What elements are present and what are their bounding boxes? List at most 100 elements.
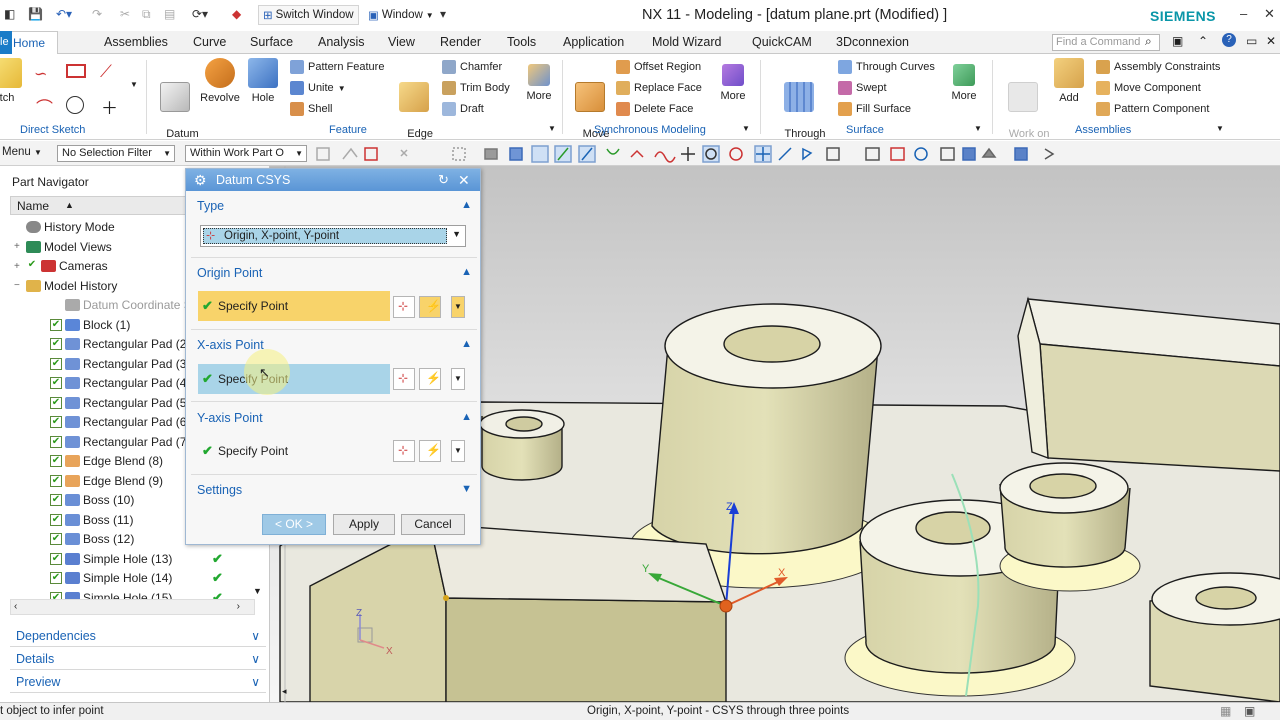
ribbon-options-icon[interactable]: ▣ bbox=[1172, 34, 1183, 48]
delete-face-button[interactable]: Delete Face bbox=[616, 102, 693, 116]
expand-toggle-icon[interactable]: + bbox=[14, 241, 26, 252]
scroll-left-icon[interactable]: ‹ bbox=[14, 601, 17, 612]
check-icon[interactable]: ✔ bbox=[26, 260, 38, 272]
tab-view[interactable]: View bbox=[388, 35, 415, 49]
tab-3dconnexion[interactable]: 3Dconnexion bbox=[836, 35, 909, 49]
switch-window-button[interactable]: ⊞ Switch Window bbox=[258, 5, 359, 25]
feature-dropdown-icon[interactable]: ▼ bbox=[548, 124, 556, 133]
visibility-checkbox[interactable]: ✔ bbox=[50, 494, 62, 506]
tab-mold-wizard[interactable]: Mold Wizard bbox=[652, 35, 721, 49]
fill-surface-button[interactable]: Fill Surface bbox=[838, 102, 911, 116]
close-window-icon[interactable]: ✕ bbox=[1264, 6, 1275, 22]
reset-icon[interactable]: ↻ bbox=[438, 169, 449, 191]
tab-assemblies[interactable]: Assemblies bbox=[104, 35, 168, 49]
tree-row[interactable]: ✔ Rectangular Pad (6) bbox=[50, 413, 190, 431]
close-doc-icon[interactable]: ✕ bbox=[1266, 34, 1276, 48]
swept-button[interactable]: Swept bbox=[838, 81, 887, 95]
circle-icon[interactable] bbox=[66, 96, 84, 114]
through-curves-button[interactable]: Through Curves bbox=[838, 60, 935, 74]
x-axis-point-type-dropdown[interactable]: ▼ bbox=[451, 368, 465, 390]
undo-icon[interactable]: ↶▾ bbox=[56, 7, 72, 21]
tree-row[interactable]: ✔ Boss (11) bbox=[50, 511, 133, 529]
tree-row[interactable]: ✔ Rectangular Pad (2) bbox=[50, 335, 190, 353]
sketch-more-icon[interactable]: ▼ bbox=[130, 80, 138, 89]
tab-quickcam[interactable]: QuickCAM bbox=[752, 35, 812, 49]
scroll-down-icon[interactable]: ▼ bbox=[253, 586, 262, 596]
pattern-feature-button[interactable]: Pattern Feature bbox=[290, 60, 384, 74]
redo-icon[interactable]: ↷ bbox=[92, 7, 102, 21]
y-axis-point-dialog-button[interactable]: ⊹ bbox=[393, 440, 415, 462]
dependencies-section[interactable]: Dependencies ∨ bbox=[10, 625, 266, 647]
tab-render[interactable]: Render bbox=[440, 35, 481, 49]
file-tab[interactable]: le bbox=[0, 31, 12, 54]
shell-button[interactable]: Shell bbox=[290, 102, 332, 116]
customize-qat-icon[interactable]: ▾ bbox=[440, 7, 446, 21]
tree-row[interactable]: ✔ ✔ Simple Hole (13) bbox=[50, 550, 223, 568]
tab-analysis[interactable]: Analysis bbox=[318, 35, 365, 49]
restore-icon[interactable]: ▭ bbox=[1246, 34, 1257, 48]
x-axis-specify-point[interactable]: ✔ Specify Point bbox=[198, 364, 390, 394]
touch-mode-icon[interactable]: ◆ bbox=[232, 7, 241, 21]
tree-row[interactable]: ✔ Boss (10) bbox=[50, 491, 134, 509]
hole-button[interactable]: Hole bbox=[246, 58, 280, 104]
visibility-checkbox[interactable]: ✔ bbox=[50, 357, 62, 370]
tree-row[interactable]: ✔ Rectangular Pad (5) bbox=[50, 394, 190, 412]
tree-row[interactable]: ✔ Rectangular Pad (3) bbox=[50, 355, 190, 373]
visibility-checkbox[interactable]: ✔ bbox=[50, 572, 62, 584]
search-icon[interactable]: ⌕ bbox=[1145, 34, 1152, 49]
sketch-button[interactable]: tch bbox=[0, 58, 22, 104]
arc-icon[interactable]: ⌒ bbox=[36, 94, 53, 119]
unite-button[interactable]: Unite ▼ bbox=[290, 81, 346, 95]
tree-row[interactable]: ✔ Edge Blend (9) bbox=[50, 472, 163, 490]
rectangle-icon[interactable] bbox=[66, 64, 86, 78]
gear-icon[interactable]: ⚙ bbox=[194, 169, 207, 191]
line-icon[interactable]: ⟋ bbox=[100, 62, 112, 82]
tree-row[interactable]: ✔ Rectangular Pad (4) bbox=[50, 374, 190, 392]
point-icon[interactable]: ＋ bbox=[101, 94, 118, 119]
tree-row[interactable]: − Model History bbox=[14, 277, 117, 295]
visibility-checkbox[interactable]: ✔ bbox=[50, 513, 62, 526]
surface-more-button[interactable]: More bbox=[946, 58, 982, 102]
visibility-checkbox[interactable]: ✔ bbox=[50, 455, 62, 467]
assembly-constraints-button[interactable]: Assembly Constraints bbox=[1096, 60, 1220, 74]
close-dialog-icon[interactable]: ✕ bbox=[458, 169, 470, 191]
details-section[interactable]: Details ∨ bbox=[10, 648, 266, 670]
tree-horizontal-scrollbar[interactable]: ‹ › bbox=[10, 599, 255, 615]
tree-row[interactable]: ✔ Boss (12) bbox=[50, 530, 134, 548]
chamfer-button[interactable]: Chamfer bbox=[442, 60, 502, 74]
tab-curve[interactable]: Curve bbox=[193, 35, 226, 49]
selection-filter-dropdown[interactable]: No Selection Filter ▼ bbox=[57, 145, 175, 162]
visibility-checkbox[interactable]: ✔ bbox=[50, 318, 62, 331]
visibility-checkbox[interactable]: ✔ bbox=[50, 338, 62, 350]
offset-region-button[interactable]: Offset Region bbox=[616, 60, 701, 74]
tab-application[interactable]: Application bbox=[563, 35, 624, 49]
paste-icon[interactable]: ▤ bbox=[164, 7, 175, 21]
expand-toggle-icon[interactable]: + bbox=[14, 261, 26, 272]
preview-section[interactable]: Preview ∨ bbox=[10, 671, 266, 693]
scroll-right-icon[interactable]: › bbox=[237, 601, 240, 612]
tree-row[interactable]: Datum Coordinate S bbox=[50, 296, 192, 314]
tab-surface[interactable]: Surface bbox=[250, 35, 293, 49]
ok-button[interactable]: < OK > bbox=[262, 514, 326, 535]
trim-body-button[interactable]: Trim Body bbox=[442, 81, 510, 95]
visibility-checkbox[interactable]: ✔ bbox=[50, 416, 62, 428]
assemblies-dropdown-icon[interactable]: ▼ bbox=[1216, 124, 1224, 133]
x-axis-point-dialog-button[interactable]: ⊹ bbox=[393, 368, 415, 390]
tree-row[interactable]: History Mode bbox=[14, 218, 115, 236]
visibility-checkbox[interactable]: ✔ bbox=[50, 533, 62, 545]
dialog-titlebar[interactable]: ⚙ Datum CSYS ↻ ✕ bbox=[186, 169, 480, 191]
tree-row[interactable]: ✔ Rectangular Pad (7) bbox=[50, 433, 190, 451]
visibility-checkbox[interactable]: ✔ bbox=[50, 435, 62, 448]
cut-icon[interactable]: ✂ bbox=[120, 7, 130, 21]
collapse-navigator-icon[interactable]: ◂ bbox=[282, 686, 287, 697]
origin-specify-point[interactable]: ✔ Specify Point bbox=[198, 291, 390, 321]
tree-row[interactable]: ✔ Edge Blend (8) bbox=[50, 452, 163, 470]
tree-row[interactable]: ✔ Block (1) bbox=[50, 316, 130, 334]
find-command-input[interactable]: Find a Command bbox=[1052, 34, 1160, 51]
x-axis-point-section-header[interactable]: X-axis Point ▲ bbox=[192, 338, 476, 354]
expand-toggle-icon[interactable]: − bbox=[14, 280, 26, 291]
repeat-command-icon[interactable]: ⟳▾ bbox=[192, 7, 208, 21]
draft-button[interactable]: Draft bbox=[442, 102, 484, 116]
origin-point-type-dropdown[interactable]: ▼ bbox=[451, 296, 465, 318]
status-grid-icon[interactable]: ▦ bbox=[1220, 704, 1231, 718]
